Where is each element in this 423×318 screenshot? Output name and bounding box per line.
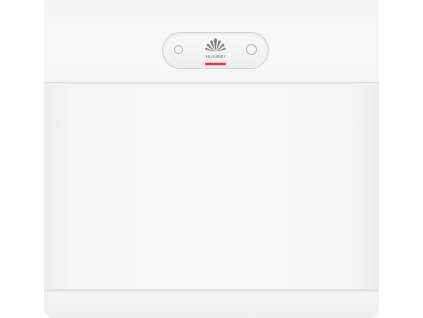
huawei-logo-icon: [205, 38, 226, 52]
brand-badge: HUAWEI: [162, 32, 269, 69]
right-port-icon: [246, 44, 257, 55]
status-indicator-light: [205, 63, 226, 65]
device-enclosure: HUAWEI: [44, 0, 379, 318]
left-port-icon: [174, 45, 183, 54]
brand-wordmark: HUAWEI: [205, 54, 226, 59]
device-base: [44, 292, 379, 318]
product-photo: HUAWEI: [0, 0, 423, 318]
front-panel: [44, 85, 379, 289]
